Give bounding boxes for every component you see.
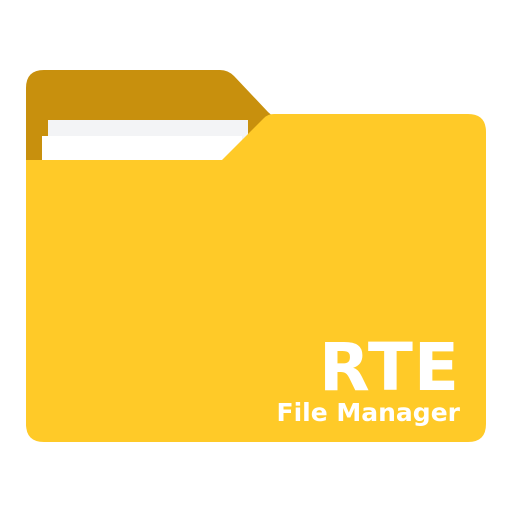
- folder-icon: [26, 70, 486, 442]
- app-logo: RTE File Manager: [0, 0, 512, 512]
- app-title: RTE: [319, 329, 460, 406]
- app-subtitle: File Manager: [276, 398, 460, 427]
